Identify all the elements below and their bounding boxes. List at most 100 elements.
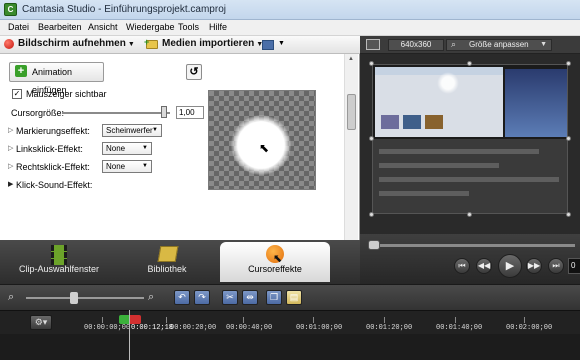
cursor-size-slider[interactable] bbox=[62, 112, 170, 114]
ruler-tick-label: 00:00:20;00 bbox=[170, 324, 217, 332]
resize-handle[interactable] bbox=[369, 136, 374, 141]
ruler-tick bbox=[243, 317, 244, 323]
preview-canvas-area bbox=[360, 54, 580, 234]
ruler-tick-label: 00:01:20;00 bbox=[366, 324, 413, 332]
zoom-out-icon[interactable]: ⌕ bbox=[8, 291, 14, 304]
menu-tools[interactable]: Tools bbox=[178, 22, 199, 32]
timeline-track-bar bbox=[379, 163, 499, 168]
produce-share-icon[interactable] bbox=[262, 40, 274, 50]
menu-playback[interactable]: Wiedergabe bbox=[126, 22, 175, 32]
ruler-tick bbox=[384, 317, 385, 323]
timeline-zoom-slider[interactable] bbox=[26, 297, 144, 299]
fast-forward-icon[interactable]: ▶▶ bbox=[526, 258, 542, 274]
tab-cursor-effects[interactable]: ⬉ Cursoreffekte bbox=[220, 242, 330, 282]
scrub-bar[interactable] bbox=[370, 244, 575, 247]
tab-library[interactable]: Bibliothek bbox=[112, 242, 222, 282]
player-controls: ⏮ ◀◀ ▶ ▶▶ ⏭ 0 bbox=[360, 234, 580, 284]
resize-handle[interactable] bbox=[566, 136, 571, 141]
scroll-up-icon[interactable]: ▲ bbox=[348, 56, 354, 62]
canvas-size-icon[interactable] bbox=[366, 39, 380, 50]
preview-canvas[interactable] bbox=[372, 64, 568, 214]
ruler-tick bbox=[524, 317, 525, 323]
undo-icon[interactable]: ↶ bbox=[174, 290, 190, 305]
expand-triangle-icon[interactable]: ▷ bbox=[8, 126, 13, 134]
highlight-effect-dropdown[interactable]: Scheinwerfer ▼ bbox=[102, 124, 162, 137]
cursor-size-slider-thumb[interactable] bbox=[161, 106, 167, 118]
resize-handle[interactable] bbox=[467, 61, 472, 66]
library-icon bbox=[157, 246, 179, 262]
preview-toolbar: 640x360 ⌕ Größe anpassen ▼ bbox=[360, 36, 580, 54]
resize-handle[interactable] bbox=[566, 212, 571, 217]
add-animation-button[interactable]: + Animation einfügen bbox=[9, 62, 104, 95]
menu-help[interactable]: Hilfe bbox=[209, 22, 227, 32]
cut-icon[interactable]: ✂ bbox=[222, 290, 238, 305]
tab-clip-bin-label: Clip-Auswahlfenster bbox=[18, 264, 100, 274]
redo-icon[interactable]: ↷ bbox=[194, 290, 210, 305]
chevron-down-icon: ▼ bbox=[127, 41, 135, 48]
chevron-down-icon: ▼ bbox=[142, 163, 148, 169]
resize-handle[interactable] bbox=[566, 61, 571, 66]
ruler-tick bbox=[313, 317, 314, 323]
expand-triangle-icon[interactable]: ▶ bbox=[8, 180, 13, 188]
mouse-visible-label: Mauszeiger sichtbar bbox=[26, 89, 107, 99]
scrollbar-thumb[interactable] bbox=[347, 94, 356, 130]
paste-icon[interactable]: ▤ bbox=[286, 290, 302, 305]
left-click-dropdown[interactable]: None ▼ bbox=[102, 142, 152, 155]
right-click-value: None bbox=[106, 162, 126, 171]
playhead-handle[interactable] bbox=[119, 315, 141, 324]
zoom-fit-dropdown[interactable]: ⌕ Größe anpassen ▼ bbox=[446, 39, 552, 51]
import-media-label: Medien importieren bbox=[162, 38, 255, 49]
skip-back-icon[interactable]: ⏮ bbox=[454, 258, 470, 274]
video-frame-timeline bbox=[373, 139, 567, 213]
highlight-effect-row: ▷ Markierungseffekt: bbox=[8, 126, 90, 136]
rewind-icon[interactable]: ◀◀ bbox=[476, 258, 492, 274]
highlight-effect-value: Scheinwerfer bbox=[106, 126, 153, 135]
chevron-down-icon: ▼ bbox=[152, 127, 158, 133]
panel-scrollbar[interactable]: ▲ bbox=[344, 54, 358, 240]
resize-handle[interactable] bbox=[467, 212, 472, 217]
skip-forward-icon[interactable]: ⏭ bbox=[548, 258, 564, 274]
zoom-in-icon[interactable]: ⌕ bbox=[148, 291, 154, 304]
scrub-thumb[interactable] bbox=[368, 240, 380, 250]
split-icon[interactable]: ⇹ bbox=[242, 290, 258, 305]
chevron-down-icon[interactable]: ▼ bbox=[278, 40, 285, 47]
cursor-icon: ⬉ bbox=[259, 141, 270, 155]
right-click-dropdown[interactable]: None ▼ bbox=[102, 160, 152, 173]
playhead-time: 0:00:12;18 bbox=[131, 324, 174, 332]
menu-edit[interactable]: Bearbeiten bbox=[38, 22, 82, 32]
playhead-line[interactable] bbox=[129, 310, 130, 360]
gear-icon[interactable]: ⚙▾ bbox=[30, 315, 52, 330]
cursor-size-input[interactable]: 1,00 bbox=[176, 106, 204, 119]
menu-view[interactable]: Ansicht bbox=[88, 22, 118, 32]
record-screen-button[interactable]: Bildschirm aufnehmen ▼ bbox=[18, 38, 135, 52]
ruler-tick-label: 00:01:40;00 bbox=[436, 324, 483, 332]
ruler-tick bbox=[102, 317, 103, 323]
expand-triangle-icon[interactable]: ▷ bbox=[8, 144, 13, 152]
timeline-tracks[interactable] bbox=[0, 334, 580, 360]
title-bar: C Camtasia Studio - Einführungsprojekt.c… bbox=[0, 0, 580, 20]
chevron-down-icon: ▼ bbox=[540, 41, 547, 48]
canvas-size-label[interactable]: 640x360 bbox=[388, 39, 444, 51]
copy-icon[interactable]: ❐ bbox=[266, 290, 282, 305]
tab-clip-bin[interactable]: Clip-Auswahlfenster bbox=[4, 242, 114, 282]
thumbnail-3 bbox=[425, 115, 443, 129]
resize-handle[interactable] bbox=[369, 212, 374, 217]
spotlight-effect bbox=[437, 72, 459, 94]
expand-triangle-icon[interactable]: ▷ bbox=[8, 162, 13, 170]
play-icon[interactable]: ▶ bbox=[498, 254, 522, 278]
menu-file[interactable]: Datei bbox=[8, 22, 29, 32]
highlight-effect-label: Markierungseffekt: bbox=[16, 126, 90, 136]
timeline-ruler[interactable]: ⚙▾ 00:00:00;00 00:00:20;00 00:00:40;00 0… bbox=[0, 310, 580, 334]
resize-handle[interactable] bbox=[369, 61, 374, 66]
timeline-toolbar: ⌕ ⌕ ↶ ↷ ✂ ⇹ ❐ ▤ bbox=[0, 284, 580, 310]
ruler-tick bbox=[455, 317, 456, 323]
task-tabs: Clip-Auswahlfenster Bibliothek ⬉ Cursore… bbox=[0, 240, 360, 284]
chevron-down-icon: ▼ bbox=[142, 145, 148, 151]
mouse-visible-checkbox[interactable]: ✓ bbox=[12, 89, 22, 99]
import-media-button[interactable]: Medien importieren ▼ bbox=[162, 38, 263, 52]
right-click-label: Rechtsklick-Effekt: bbox=[16, 162, 90, 172]
record-screen-label: Bildschirm aufnehmen bbox=[18, 38, 126, 49]
plus-icon: + bbox=[144, 37, 150, 47]
timeline-zoom-thumb[interactable] bbox=[70, 292, 78, 304]
reset-icon[interactable]: ↺ bbox=[186, 64, 202, 80]
